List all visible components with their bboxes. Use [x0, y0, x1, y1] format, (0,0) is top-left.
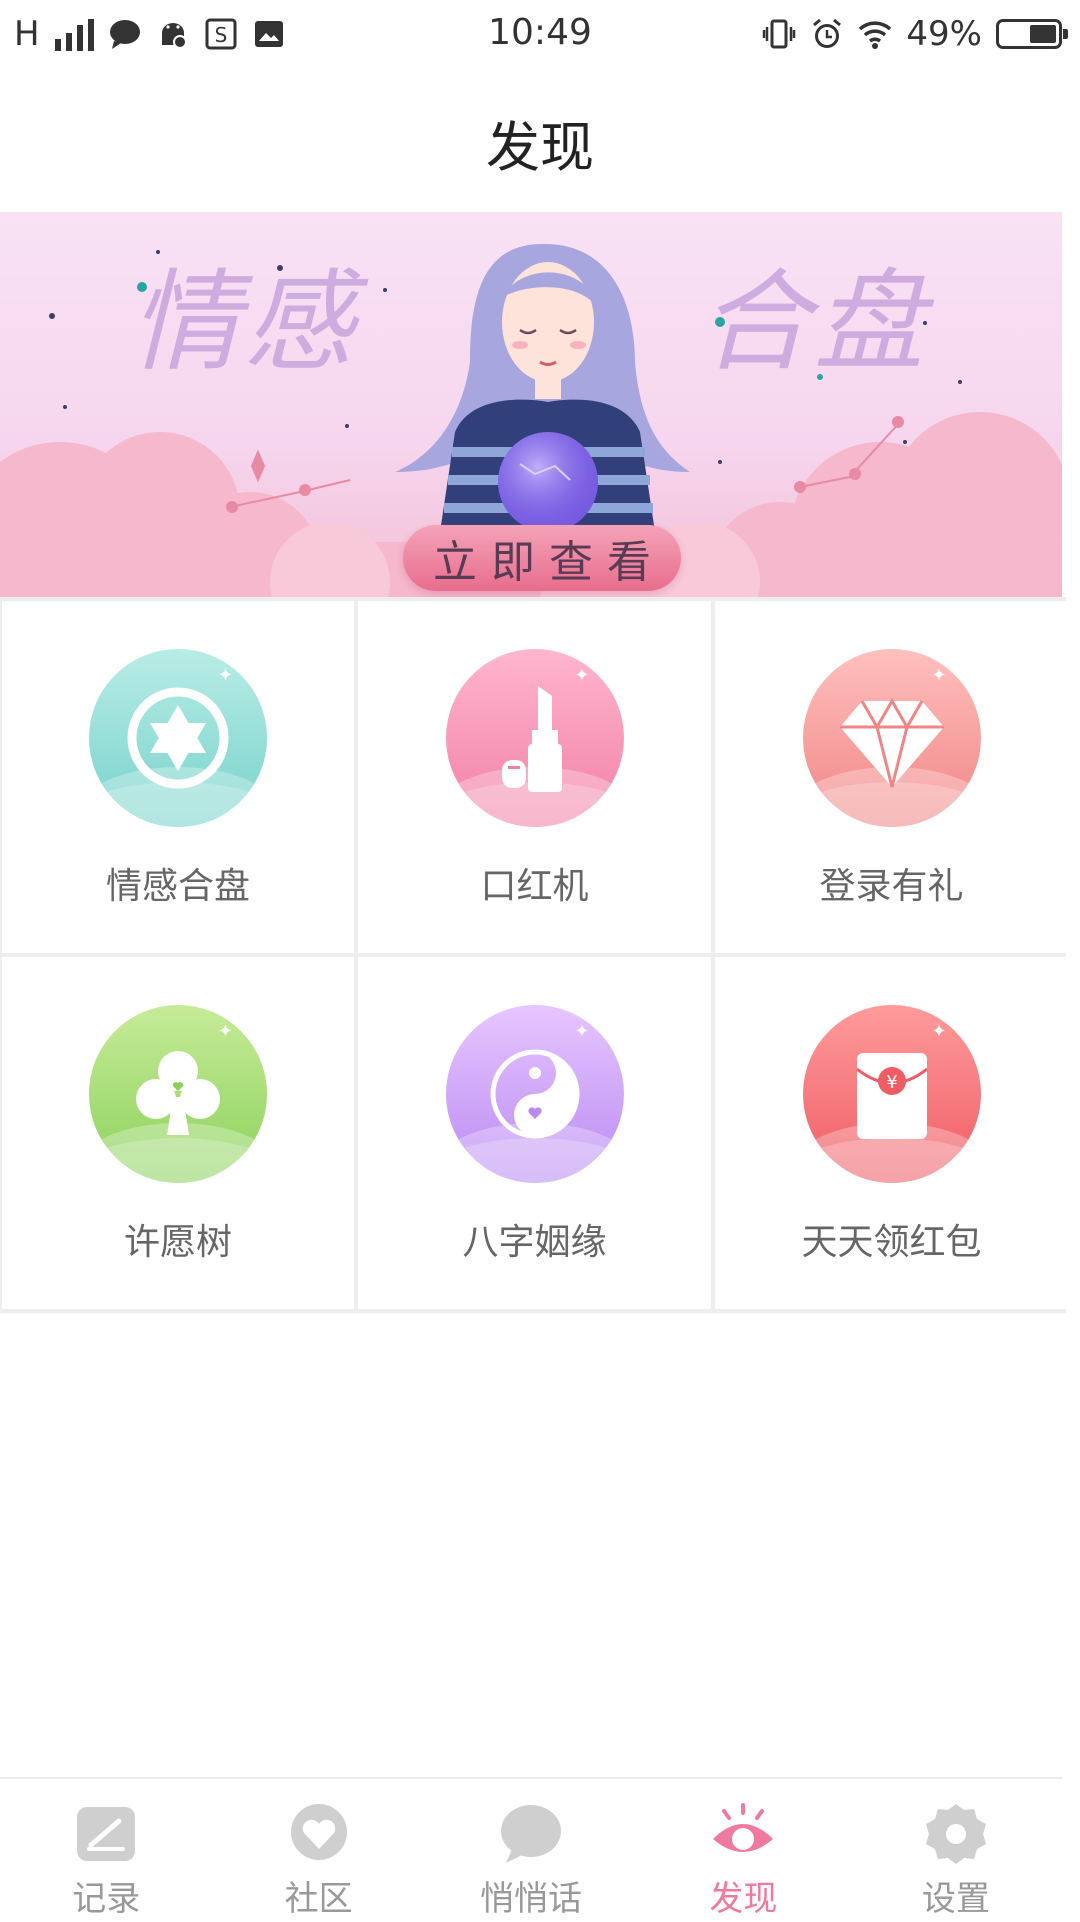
grid-item-label: 登录有礼 — [819, 866, 964, 907]
emotion-match-badge: ✦ — [89, 649, 267, 827]
nav-item-record[interactable]: 记录 — [0, 1779, 212, 1922]
vibrate-icon — [763, 19, 796, 49]
grid-item-label: 八字姻缘 — [462, 1222, 607, 1263]
battery-percent: 49% — [906, 14, 982, 54]
grid-item-label: 口红机 — [480, 866, 589, 907]
lipstick-machine-badge: ✦ — [445, 649, 624, 827]
eye-icon — [713, 1803, 774, 1852]
grid-item-emotion-match[interactable]: ✦ 情感合盘 — [2, 601, 354, 953]
nav-label: 记录 — [72, 1879, 141, 1919]
chat-bubble-icon — [501, 1805, 562, 1863]
nav-item-whisper[interactable]: 悄悄话 — [425, 1779, 637, 1922]
nav-label: 社区 — [284, 1879, 353, 1919]
nav-item-discover[interactable]: 发现 — [637, 1779, 849, 1922]
grid-item-daily-red-envelope[interactable]: ✦ ¥ 天天领红包 — [715, 957, 1068, 1309]
nav-item-community[interactable]: 社区 — [212, 1779, 424, 1922]
grid-item-label: 情感合盘 — [105, 866, 250, 907]
bottom-navigation: 记录 社区 悄悄话 发现 设置 — [0, 1777, 1062, 1922]
yin-yang-icon — [490, 1049, 579, 1139]
feature-grid: ✦ 情感合盘 ✦ 口红机 ✦ 登录有礼 ✦ 许愿树 ✦ 八字姻缘 ✦ ¥ 天天领… — [0, 597, 1068, 1313]
heart-bubble-icon — [290, 1804, 347, 1861]
banner-title-left: 情感 — [130, 258, 358, 386]
battery-level — [1029, 25, 1056, 43]
bazi-marriage-badge: ✦ — [445, 1005, 624, 1183]
gear-icon — [925, 1804, 986, 1864]
grid-item-label: 许愿树 — [123, 1222, 232, 1263]
page-title: 发现 — [486, 115, 594, 179]
grid-item-login-gift[interactable]: ✦ 登录有礼 — [715, 601, 1068, 953]
nav-label: 发现 — [709, 1879, 778, 1919]
daily-red-envelope-badge: ✦ ¥ — [802, 1005, 981, 1183]
battery-icon — [996, 19, 1068, 49]
svg-text:¥: ¥ — [886, 1072, 897, 1093]
grid-item-bazi-marriage[interactable]: ✦ 八字姻缘 — [358, 957, 711, 1309]
clover-icon — [136, 1051, 220, 1135]
wifi-icon — [859, 21, 892, 49]
pencil-note-icon — [77, 1807, 136, 1861]
grid-item-wish-tree[interactable]: ✦ 许愿树 — [2, 957, 354, 1309]
star-of-david-icon — [127, 687, 229, 789]
banner-title-right: 合盘 — [700, 258, 928, 386]
view-now-button[interactable]: 立即查看 — [403, 525, 681, 591]
promo-banner[interactable]: 情感 合盘 立即查看 — [0, 212, 1062, 597]
nav-label: 设置 — [921, 1879, 990, 1919]
login-gift-badge: ✦ — [802, 649, 981, 827]
status-bar: H S 10:49 49% — [0, 0, 1080, 72]
grid-item-lipstick-machine[interactable]: ✦ 口红机 — [358, 601, 711, 953]
nav-label: 悄悄话 — [480, 1879, 583, 1919]
view-now-label: 立即查看 — [433, 537, 665, 588]
diamond-icon — [839, 697, 944, 788]
alarm-icon — [813, 18, 842, 48]
wish-tree-badge: ✦ — [89, 1005, 267, 1183]
page-header: 发现 — [0, 72, 1080, 212]
grid-item-label: 天天领红包 — [801, 1222, 982, 1263]
nav-item-settings[interactable]: 设置 — [850, 1779, 1062, 1922]
lipstick-icon — [501, 686, 562, 792]
red-envelope-icon: ¥ — [855, 1053, 928, 1139]
